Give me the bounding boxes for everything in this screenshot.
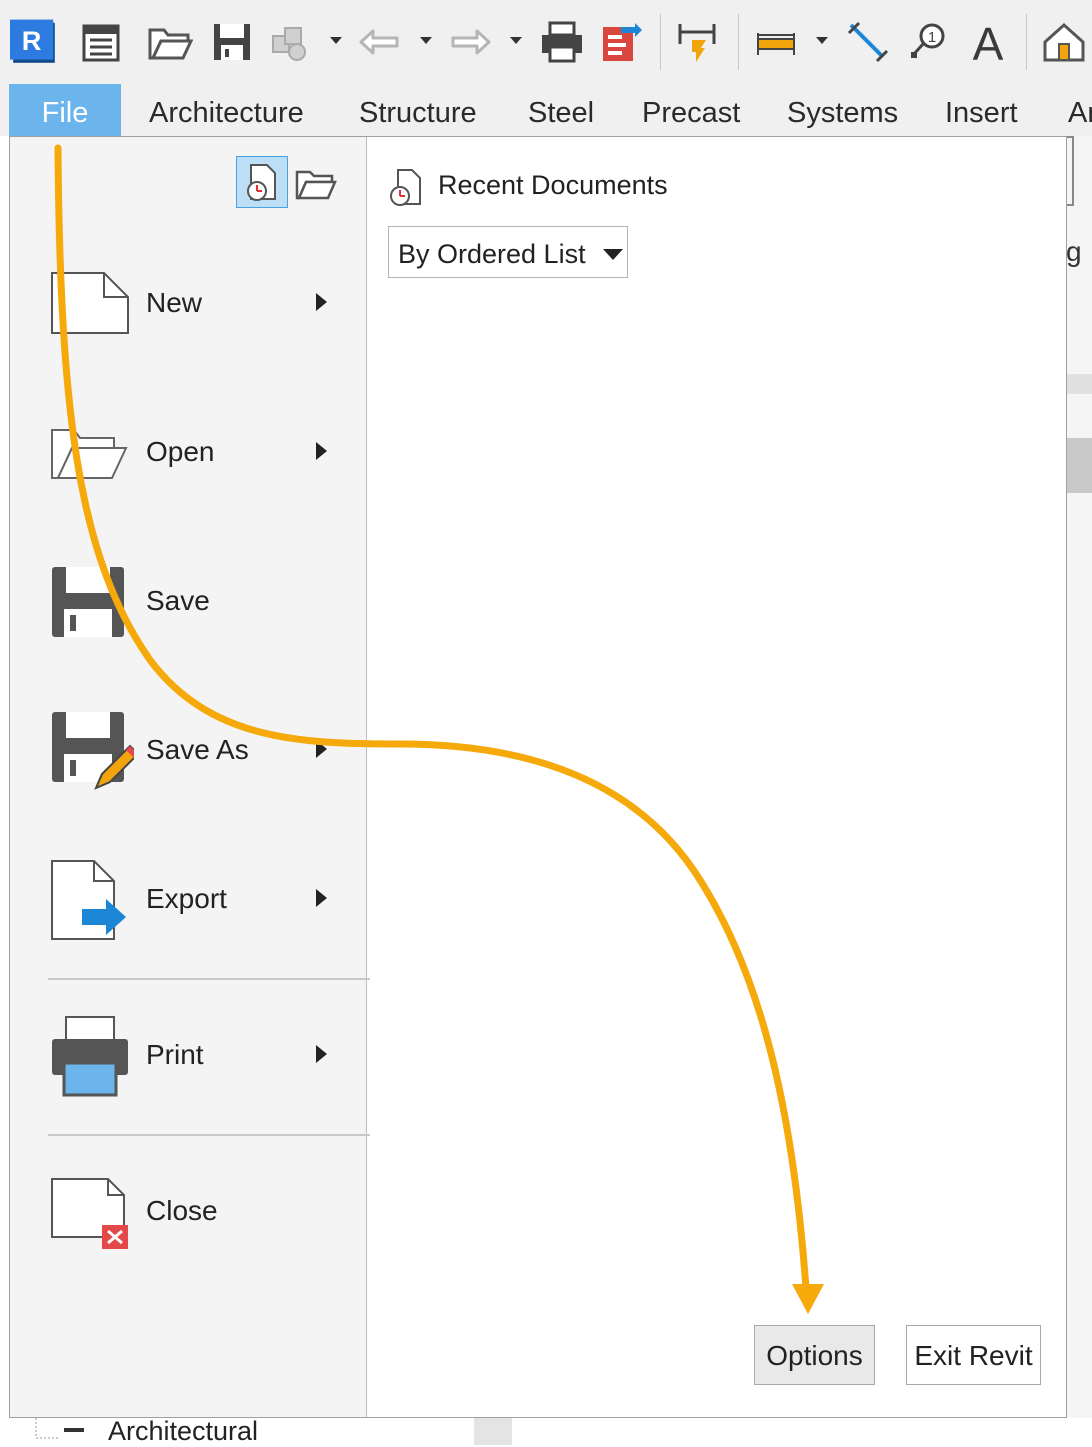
menu-item-label: Export <box>146 883 227 914</box>
aligned-dimension-icon[interactable] <box>674 16 722 68</box>
chevron-down-icon <box>603 249 623 260</box>
quick-access-toolbar: R 1 A <box>0 0 1092 84</box>
measure-icon[interactable] <box>752 16 800 68</box>
menu-item-export[interactable]: Export <box>48 857 348 947</box>
submenu-arrow-icon <box>316 740 327 758</box>
ribbon-panel-edge <box>1066 136 1074 206</box>
tab-file[interactable]: File <box>9 84 121 136</box>
menu-item-label: Save As <box>146 734 249 765</box>
properties-icon[interactable] <box>76 16 124 68</box>
submenu-arrow-icon <box>316 293 327 311</box>
ribbon-tab-bar: File Architecture Structure Steel Precas… <box>0 84 1092 136</box>
revit-logo-icon[interactable]: R <box>10 16 58 68</box>
recent-documents-icon <box>390 169 421 206</box>
printer-icon <box>52 1016 128 1097</box>
exit-revit-button[interactable]: Exit Revit <box>906 1325 1041 1385</box>
svg-text:A: A <box>973 18 1004 66</box>
menu-item-print[interactable]: Print <box>48 1013 348 1103</box>
save-disk-icon <box>52 567 124 637</box>
measure-dropdown-icon[interactable] <box>816 34 828 46</box>
save-as-icon <box>52 712 134 790</box>
menu-item-save-as[interactable]: Save As <box>48 708 348 798</box>
undo-dropdown-icon[interactable] <box>420 34 432 46</box>
save-icon[interactable] <box>208 16 256 68</box>
sync-icon[interactable] <box>266 16 314 68</box>
ribbon-panel-background: g <box>1066 136 1092 1445</box>
svg-text:1: 1 <box>928 29 936 46</box>
menu-item-label: Print <box>146 1039 204 1070</box>
toolbar-separator <box>660 14 661 70</box>
print-icon[interactable] <box>538 16 586 68</box>
menu-item-open[interactable]: Open <box>48 410 348 500</box>
export-document-icon <box>51 860 126 940</box>
sync-dropdown-icon[interactable] <box>330 34 342 46</box>
scrollbar-thumb[interactable] <box>1066 438 1092 493</box>
submenu-arrow-icon <box>316 1045 327 1063</box>
menu-item-label: New <box>146 287 203 318</box>
browser-scrollbar[interactable] <box>474 1418 512 1445</box>
menu-divider <box>48 1134 370 1136</box>
ribbon-label-fragment: g <box>1066 236 1082 267</box>
open-folder-icon <box>51 429 128 479</box>
options-button[interactable]: Options <box>754 1325 875 1385</box>
toolbar-separator <box>738 14 739 70</box>
redo-dropdown-icon[interactable] <box>510 34 522 46</box>
spot-dimension-icon[interactable] <box>844 16 892 68</box>
menu-item-label: Open <box>146 436 215 467</box>
menu-item-close[interactable]: Close <box>48 1169 348 1259</box>
application-menu-commands: New Open Save Save As Export Print Close <box>10 137 370 1417</box>
tab-steel[interactable]: Steel <box>528 84 594 136</box>
sort-select-value: By Ordered List <box>398 239 586 269</box>
tree-node-label: Architectural <box>108 1416 259 1446</box>
open-documents-icon[interactable] <box>294 167 338 201</box>
redo-icon[interactable] <box>446 16 494 68</box>
tab-systems[interactable]: Systems <box>787 84 898 136</box>
open-folder-icon[interactable] <box>146 16 194 68</box>
submenu-arrow-icon <box>316 889 327 907</box>
tab-insert[interactable]: Insert <box>945 84 1018 136</box>
menu-item-label: Close <box>146 1195 218 1226</box>
tab-architecture[interactable]: Architecture <box>149 84 304 136</box>
undo-icon[interactable] <box>356 16 404 68</box>
new-document-icon <box>51 272 129 334</box>
recent-documents-title: Recent Documents <box>438 170 668 200</box>
recent-documents-sort-select[interactable]: By Ordered List <box>388 226 628 278</box>
export-icon[interactable] <box>596 16 644 68</box>
submenu-arrow-icon <box>316 442 327 460</box>
toolbar-separator <box>1026 14 1027 70</box>
menu-item-save[interactable]: Save <box>48 559 348 649</box>
default-3d-view-icon[interactable] <box>1040 16 1088 68</box>
menu-divider <box>48 978 370 980</box>
recent-documents-button[interactable] <box>236 156 288 208</box>
close-document-icon <box>51 1178 128 1249</box>
tree-collapse-icon[interactable] <box>30 1418 100 1445</box>
tag-icon[interactable]: 1 <box>904 16 952 68</box>
text-icon[interactable]: A <box>964 16 1012 68</box>
project-browser-node[interactable]: Architectural <box>30 1416 530 1446</box>
recent-documents-icon <box>247 164 276 201</box>
view-area-edge <box>1066 374 1092 394</box>
tab-annotate[interactable]: Ar <box>1068 84 1092 136</box>
tab-structure[interactable]: Structure <box>359 84 477 136</box>
tab-precast[interactable]: Precast <box>642 84 740 136</box>
menu-item-new[interactable]: New <box>48 261 348 351</box>
svg-text:R: R <box>22 25 42 56</box>
menu-item-label: Save <box>146 585 210 616</box>
